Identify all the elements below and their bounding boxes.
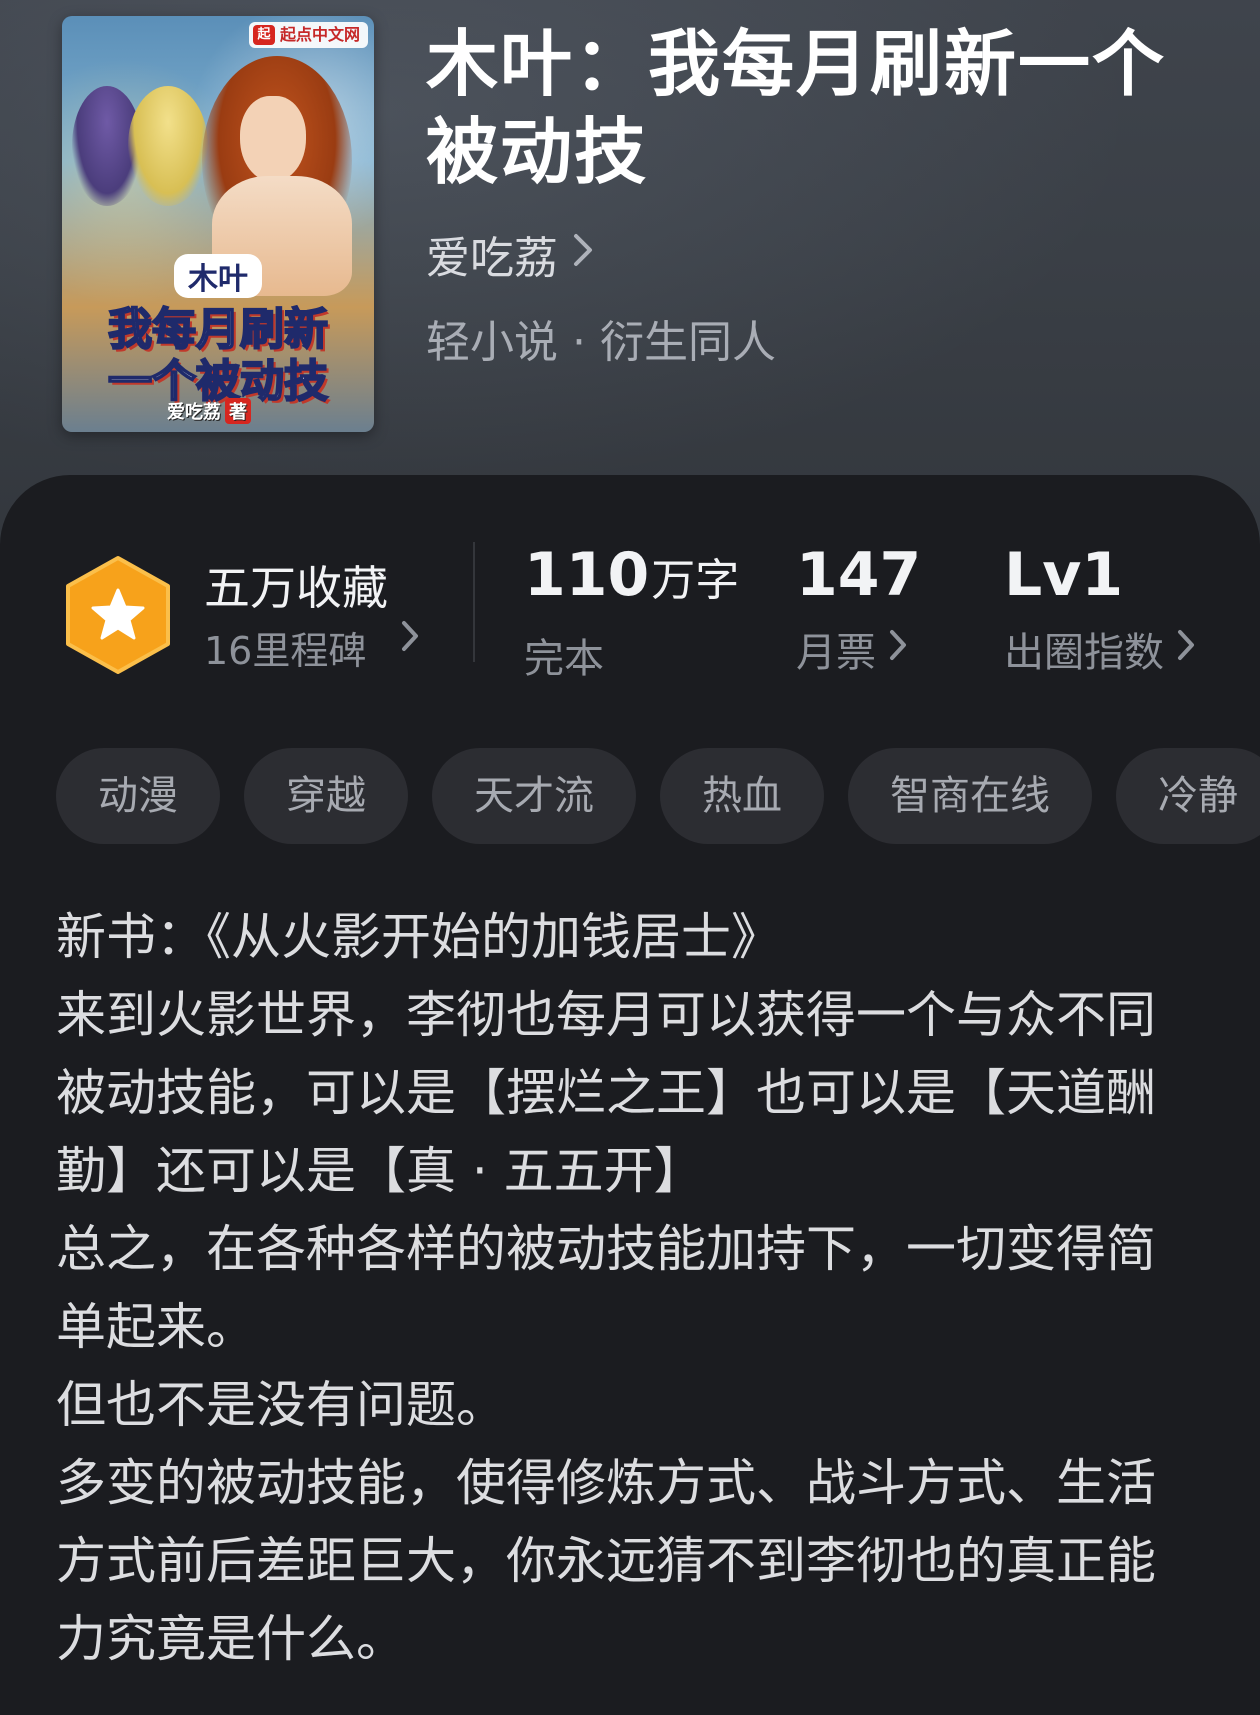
chevron-right-icon [888, 628, 908, 671]
chevron-right-icon [400, 618, 420, 662]
influence-value: Lv1 [1004, 540, 1124, 610]
word-count-stat: 110万字 完本 [524, 540, 739, 684]
chevron-right-icon [572, 232, 594, 277]
author-name: 爱吃荔 [426, 233, 558, 284]
monthly-ticket-value: 147 [796, 540, 922, 610]
brand-name: 起点中文网 [279, 25, 360, 44]
word-count-unit: 万字 [651, 555, 740, 606]
completion-status: 完本 [524, 636, 604, 682]
milestone-label: 16里程碑 [204, 629, 367, 673]
divider [473, 542, 475, 662]
tag-chip[interactable]: 动漫 [56, 748, 220, 844]
monthly-ticket-stat[interactable]: 147 月票 [796, 540, 921, 678]
cover-author-name: 爱吃荔 [167, 402, 221, 423]
book-cover[interactable]: 起 起点中文网 木叶 我每月刷新 一个被动技 爱吃荔著 [62, 16, 374, 432]
book-genre: 轻小说 · 衍生同人 [426, 317, 776, 368]
collection-title: 五万收藏 [204, 561, 388, 615]
star-badge-icon [62, 554, 174, 676]
brand-mark-icon: 起 [252, 25, 275, 45]
tag-chip[interactable]: 冷静 [1116, 748, 1260, 844]
synopsis-paragraph: 但也不是没有问题。 [56, 1376, 506, 1434]
tag-chip[interactable]: 天才流 [432, 748, 636, 844]
synopsis[interactable]: 新书：《从火影开始的加钱居士》 来到火影世界，李彻也每月可以获得一个与众不同被动… [56, 898, 1196, 1678]
cover-title-line: 我每月刷新 [107, 303, 329, 356]
author-link[interactable]: 爱吃荔 [426, 222, 594, 286]
cover-author-suffix: 著 [225, 398, 251, 424]
cover-author: 爱吃荔著 [167, 398, 251, 424]
monthly-ticket-label: 月票 [796, 630, 876, 676]
synopsis-paragraph: 新书：《从火影开始的加钱居士》 [56, 908, 781, 966]
influence-label: 出圈指数 [1004, 630, 1164, 676]
influence-stat[interactable]: Lv1 出圈指数 [1004, 540, 1196, 678]
word-count-value: 110 [524, 540, 650, 610]
chevron-right-icon [1176, 628, 1196, 671]
synopsis-paragraph: 多变的被动技能，使得修炼方式、战斗方式、生活方式前后差距巨大，你永远猜不到李彻也… [56, 1454, 1156, 1668]
cover-character [128, 86, 208, 206]
stats-row: 五万收藏 16里程碑 110万字 完本 147 月票 Lv1 出圈指数 [0, 540, 1260, 690]
synopsis-paragraph: 来到火影世界，李彻也每月可以获得一个与众不同被动技能，可以是【摆烂之王】也可以是… [56, 986, 1156, 1200]
cover-title: 木叶 我每月刷新 一个被动技 [70, 254, 366, 408]
cover-brand-logo: 起 起点中文网 [248, 22, 368, 48]
tag-chip[interactable]: 热血 [660, 748, 824, 844]
tag-chip[interactable]: 穿越 [244, 748, 408, 844]
tag-chip[interactable]: 智商在线 [848, 748, 1092, 844]
book-title: 木叶：我每月刷新一个被动技 [426, 21, 1167, 194]
tag-list: 动漫 穿越 天才流 热血 智商在线 冷静 [56, 748, 1260, 846]
cover-character-face [240, 96, 306, 182]
cover-title-small: 木叶 [174, 254, 262, 298]
synopsis-paragraph: 总之，在各种各样的被动技能加持下，一切变得简单起来。 [56, 1220, 1156, 1356]
